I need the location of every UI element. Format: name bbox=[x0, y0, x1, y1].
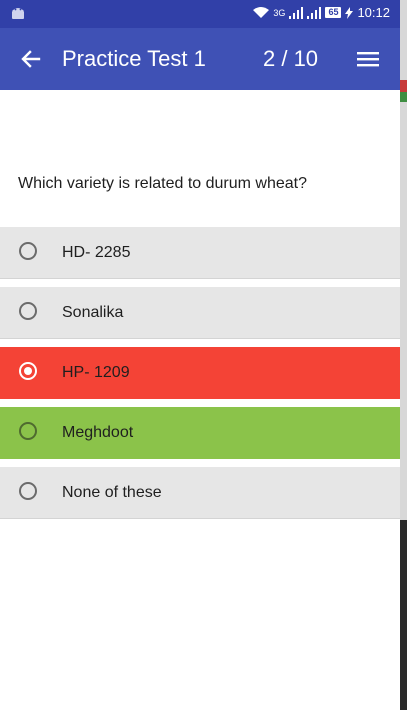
wifi-icon bbox=[253, 6, 270, 18]
charging-icon bbox=[345, 6, 354, 19]
radio-button[interactable] bbox=[19, 422, 37, 440]
radio-button-checked[interactable] bbox=[19, 362, 37, 380]
option-label: None of these bbox=[62, 484, 162, 501]
edge-strip-red bbox=[400, 80, 407, 92]
status-bar: 3G 65 10:12 bbox=[0, 0, 400, 28]
back-arrow-icon[interactable] bbox=[18, 46, 44, 72]
question-text: Which variety is related to durum wheat? bbox=[18, 175, 308, 192]
signal-icon-2 bbox=[307, 6, 322, 19]
option-label: Meghdoot bbox=[62, 424, 134, 441]
battery-icon: 65 bbox=[325, 7, 342, 18]
clock: 10:12 bbox=[357, 5, 390, 20]
edge-shade bbox=[400, 520, 407, 710]
option-2[interactable]: Sonalika bbox=[0, 287, 400, 339]
menu-icon[interactable] bbox=[357, 49, 379, 69]
android-icon bbox=[10, 6, 26, 25]
radio-button[interactable] bbox=[19, 482, 37, 500]
page-title: Practice Test 1 bbox=[62, 46, 206, 71]
option-label: Sonalika bbox=[62, 304, 124, 321]
option-4-correct[interactable]: Meghdoot bbox=[0, 407, 400, 459]
radio-button[interactable] bbox=[19, 302, 37, 320]
network-type: 3G bbox=[273, 7, 286, 18]
status-icons: 3G 65 10:12 bbox=[253, 5, 390, 20]
option-label: HP- 1209 bbox=[62, 364, 130, 381]
signal-icon bbox=[289, 6, 304, 19]
question-counter: 2 / 10 bbox=[263, 46, 319, 71]
option-3-selected-wrong[interactable]: HP- 1209 bbox=[0, 347, 400, 399]
option-5[interactable]: None of these bbox=[0, 467, 400, 519]
edge-strip-green bbox=[400, 92, 407, 102]
option-1[interactable]: HD- 2285 bbox=[0, 227, 400, 279]
app-bar: Practice Test 1 2 / 10 bbox=[0, 28, 400, 90]
option-label: HD- 2285 bbox=[62, 244, 131, 261]
radio-button[interactable] bbox=[19, 242, 37, 260]
